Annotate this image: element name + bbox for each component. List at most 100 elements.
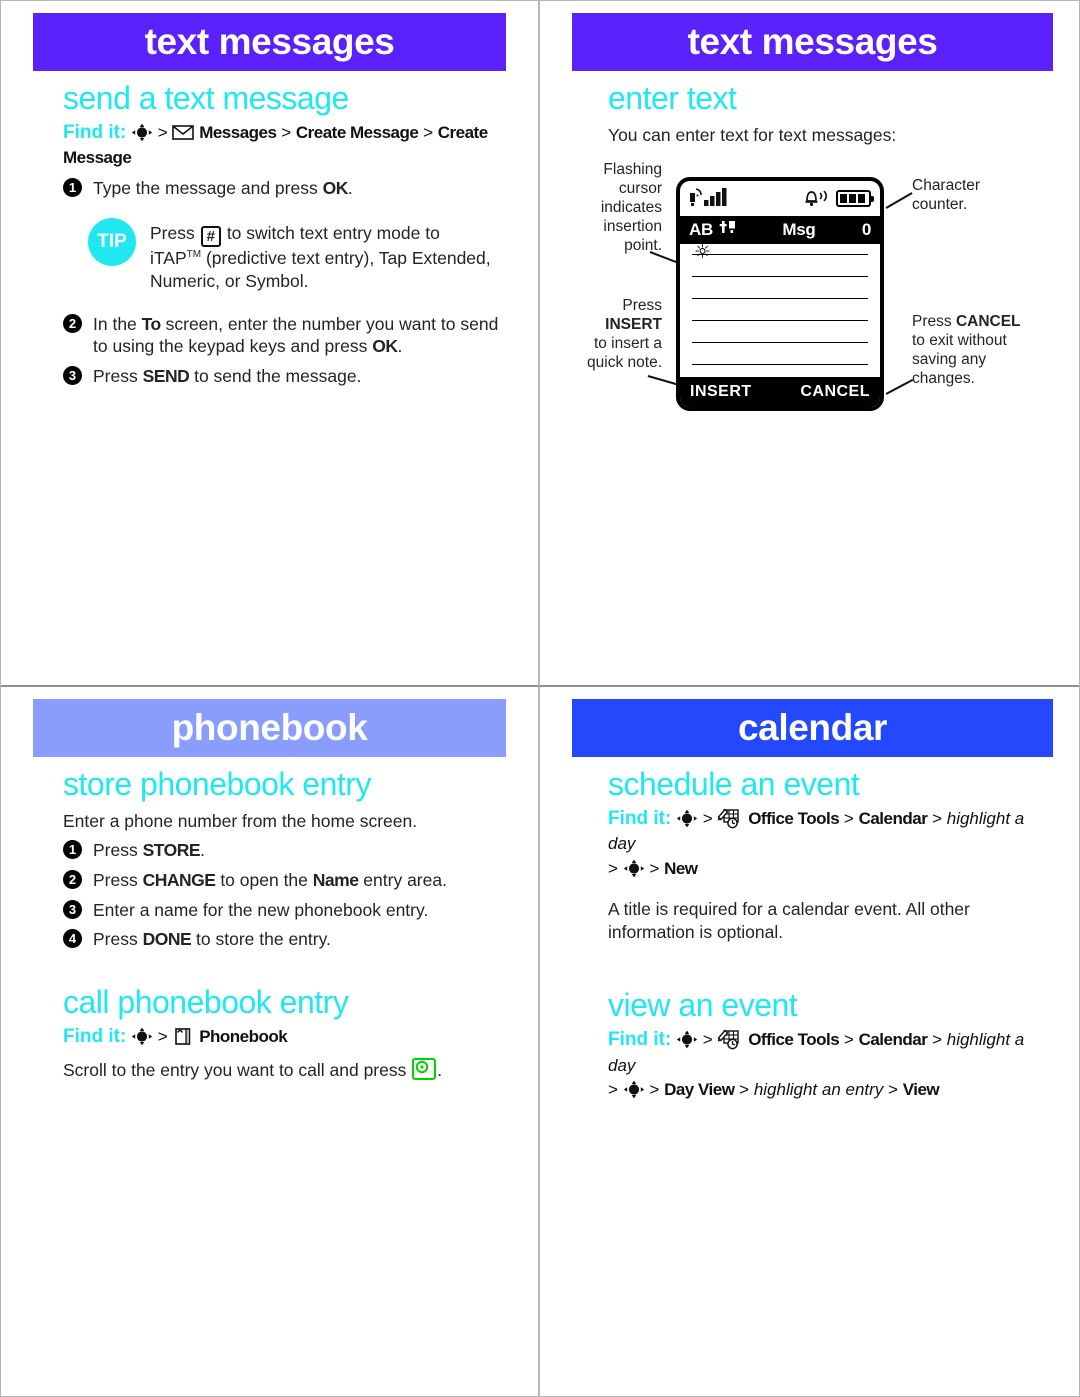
step-number: 1: [63, 178, 82, 198]
nav-icon: [623, 859, 650, 878]
path-item-phonebook: Phonebook: [199, 1026, 288, 1046]
nav-icon: [131, 1027, 158, 1046]
panel-calendar: calendar schedule an event Find it: > Of…: [540, 687, 1079, 1396]
manual-page: text messages send a text message Find i…: [0, 0, 1080, 1397]
panel-grid: text messages send a text message Find i…: [1, 1, 1079, 1396]
step-text-end: to send the message.: [189, 366, 362, 387]
step-2: 2 In the To screen, enter the number you…: [63, 313, 506, 359]
step-number: 1: [63, 840, 82, 860]
path-sep: >: [157, 1026, 168, 1046]
softkey-cancel[interactable]: CANCEL: [800, 383, 870, 401]
annotation-insert-bold: INSERT: [605, 316, 662, 333]
section-title-schedule-an-event: schedule an event: [608, 766, 860, 802]
find-it-label: Find it:: [608, 807, 672, 829]
step-number: 3: [63, 366, 82, 386]
annotation-character-counter: Character counter.: [912, 177, 981, 213]
path-item-messages: Messages: [199, 122, 277, 142]
find-it-label: Find it:: [63, 1025, 127, 1047]
nav-icon: [131, 123, 158, 142]
path-item-day-view: Day View: [664, 1080, 735, 1100]
step-3: 3 Enter a name for the new phonebook ent…: [63, 899, 506, 922]
tip-line1-pre: Press: [150, 222, 200, 243]
phone-text-area: ☼: [680, 243, 880, 366]
text-line: [692, 342, 868, 344]
step-1: 1 Press STORE.: [63, 839, 506, 862]
path-sep: >: [423, 122, 434, 142]
step-text-c: to open the: [215, 869, 313, 890]
signal-bars-icon: [689, 188, 735, 208]
key-store: STORE: [142, 840, 201, 861]
path-sep: >: [608, 859, 618, 879]
annotation-insert-post: to insert a quick note.: [587, 334, 662, 371]
path-sep: >: [157, 122, 168, 142]
step-text: Press: [93, 869, 143, 890]
path-sep: >: [702, 808, 713, 828]
screen-name-to: To: [141, 313, 162, 334]
step-number: 2: [63, 869, 82, 889]
tip-line2: iTAP: [150, 247, 187, 268]
path-sep: >: [932, 1030, 942, 1050]
phone-mockup: AB Msg 0 ☼ INSERT CANCEL: [676, 177, 884, 412]
call-phonebook-body: Scroll to the entry you want to call and…: [63, 1058, 506, 1082]
key-send: SEND: [142, 366, 190, 387]
step-text-c: to using the keypad keys and press: [93, 336, 373, 357]
annotation-cancel-pre: Press: [912, 313, 956, 331]
field-name: Name: [312, 869, 359, 890]
section-title-store-phonebook-entry: store phonebook entry: [63, 766, 371, 802]
send-key-icon: [412, 1058, 437, 1081]
call-phonebook-body-post: .: [437, 1060, 443, 1081]
annotation-cancel-bold: CANCEL: [955, 313, 1021, 331]
annotation-cancel: Press CANCEL to exit without saving any …: [912, 313, 1036, 389]
chapter-banner-text-messages-2: text messages: [572, 13, 1053, 71]
pound-key-icon: #: [200, 225, 221, 247]
step-number: 4: [63, 929, 82, 949]
path-sep: >: [843, 808, 854, 828]
entry-mode-label: AB: [689, 220, 713, 240]
store-phonebook-intro: Enter a phone number from the home scree…: [63, 810, 418, 831]
step-3: 3 Press SEND to send the message.: [63, 365, 506, 388]
phone-screen-diagram: Flashing cursor indicates insertion poin…: [572, 161, 1053, 431]
tip-text: Press # to switch text entry mode to iTA…: [150, 218, 491, 293]
path-sep: >: [608, 1080, 618, 1100]
find-it-label: Find it:: [63, 121, 127, 143]
annotation-flashing-cursor: Flashing cursor indicates insertion poin…: [600, 161, 662, 254]
phonebook-icon: [172, 1027, 199, 1046]
text-line: [692, 276, 868, 278]
office-tools-icon: [717, 808, 748, 829]
tip-line3: Numeric, or Symbol.: [150, 270, 309, 291]
phone-status-bar: [680, 181, 880, 216]
key-ok: OK: [372, 336, 398, 357]
battery-icon: [836, 190, 874, 208]
tip-box: TIP Press # to switch text entry mode to…: [88, 217, 506, 293]
section-title-call-phonebook-entry: call phonebook entry: [63, 984, 349, 1021]
office-tools-icon: [717, 1029, 748, 1050]
path-item-office-tools: Office Tools: [748, 808, 840, 828]
schedule-event-body: A title is required for a calendar event…: [608, 898, 970, 942]
step-text: Type the message and press: [93, 178, 323, 199]
path-item-new: New: [664, 859, 698, 879]
path-sep: >: [281, 122, 292, 142]
path-item-calendar: Calendar: [858, 1030, 928, 1050]
step-number: 2: [63, 313, 82, 333]
text-line: [692, 298, 868, 300]
softkey-insert[interactable]: INSERT: [690, 383, 752, 401]
path-item-highlight-an-entry: highlight an entry: [753, 1080, 884, 1100]
nav-icon: [623, 1080, 650, 1099]
entry-mode-indicator: AB: [689, 219, 736, 241]
path-item-create-message: Create Message: [295, 122, 419, 142]
nav-icon: [676, 1030, 703, 1049]
step-2: 2 Press CHANGE to open the Name entry ar…: [63, 869, 506, 892]
steps-store-phonebook: 1 Press STORE. 2 Press CHANGE to open th…: [33, 839, 506, 951]
path-sep: >: [888, 1080, 898, 1100]
trademark-mark: TM: [186, 248, 202, 260]
step-text: Press: [93, 840, 143, 861]
leader-line-cancel: [885, 379, 913, 395]
find-it-call-phonebook-entry: Find it: > Phonebook: [63, 1023, 506, 1051]
call-phonebook-body-pre: Scroll to the entry you want to call and…: [63, 1060, 412, 1081]
step-text-end: to store the entry.: [191, 929, 331, 950]
chapter-banner-phonebook: phonebook: [33, 699, 506, 757]
step-number: 3: [63, 899, 82, 919]
text-line: [692, 254, 868, 256]
annotation-insert: Press INSERT to insert a quick note.: [566, 297, 662, 373]
phone-title-center: Msg: [782, 220, 816, 240]
